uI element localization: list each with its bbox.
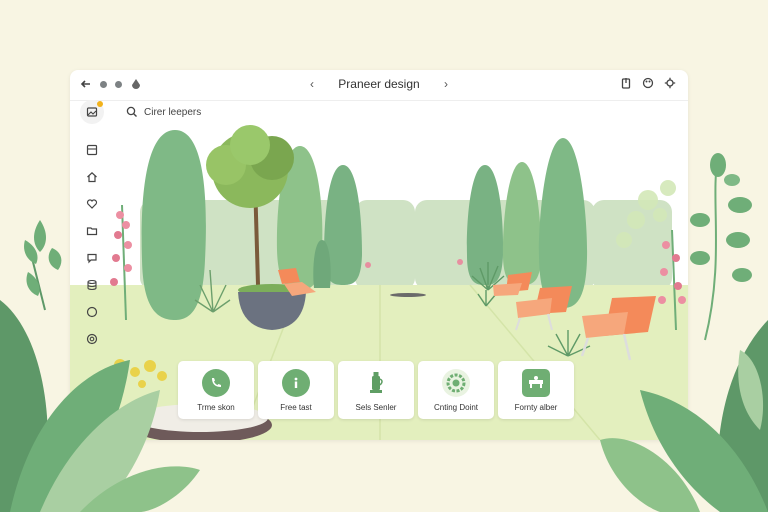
layout-icon <box>86 144 98 156</box>
card-label: Fornty alber <box>514 403 558 412</box>
chevron-right-icon[interactable]: › <box>439 77 453 91</box>
card-label: Sels Senler <box>355 403 397 412</box>
wreath-icon <box>442 369 470 397</box>
chevron-left-icon[interactable]: ‹ <box>305 77 319 91</box>
feature-cards: Trme skon Free tast Sels Senler Cnting D… <box>178 361 574 419</box>
cypress-tree <box>141 130 206 320</box>
circle-icon <box>86 306 98 318</box>
card-item[interactable]: Free tast <box>258 361 334 419</box>
phone-icon <box>202 369 230 397</box>
notification-badge <box>97 101 103 107</box>
sidebar-item-home[interactable] <box>80 165 104 189</box>
sidebar-item-data[interactable] <box>80 273 104 297</box>
title-bar: ‹ Praneer design › <box>70 70 688 101</box>
cypress-tree <box>502 162 542 285</box>
sidebar-item-folder[interactable] <box>80 219 104 243</box>
card-label: Cnting Doint <box>433 403 479 412</box>
card-label: Free tast <box>280 403 312 412</box>
database-icon <box>87 279 97 291</box>
lantern-icon <box>362 369 390 397</box>
image-icon <box>86 107 98 117</box>
right-vine <box>690 153 752 341</box>
hedge <box>592 200 672 290</box>
sidebar-item-settings[interactable] <box>80 327 104 351</box>
drain-cover <box>390 293 426 297</box>
share-icon[interactable] <box>620 77 632 89</box>
info-icon <box>282 369 310 397</box>
folder-icon <box>86 227 98 236</box>
card-label: Trme skon <box>197 403 235 412</box>
search-bar[interactable]: Cirer leepers <box>126 106 201 118</box>
bench-icon <box>522 369 550 397</box>
heart-icon <box>86 199 98 209</box>
sidebar-item-gallery[interactable] <box>80 100 104 124</box>
card-item[interactable]: Fornty alber <box>498 361 574 419</box>
sidebar-item-layout[interactable] <box>80 138 104 162</box>
search-label: Cirer leepers <box>144 106 202 118</box>
search-icon <box>126 106 137 117</box>
card-item[interactable]: Sels Senler <box>338 361 414 419</box>
title-area: ‹ Praneer design › <box>70 77 688 91</box>
home-icon <box>87 171 97 183</box>
chat-icon <box>87 253 97 264</box>
sidebar <box>80 100 104 354</box>
window-title: Praneer design <box>338 77 420 91</box>
title-actions <box>620 77 676 89</box>
sidebar-item-status[interactable] <box>80 300 104 324</box>
cypress-tree <box>538 138 588 308</box>
card-item[interactable]: Trme skon <box>178 361 254 419</box>
palette-icon[interactable] <box>642 77 654 89</box>
gear-icon[interactable] <box>664 77 676 89</box>
hedge <box>355 200 415 290</box>
card-item[interactable]: Cnting Doint <box>418 361 494 419</box>
settings-icon <box>86 333 98 345</box>
sidebar-item-chat[interactable] <box>80 246 104 270</box>
sidebar-item-favorites[interactable] <box>80 192 104 216</box>
